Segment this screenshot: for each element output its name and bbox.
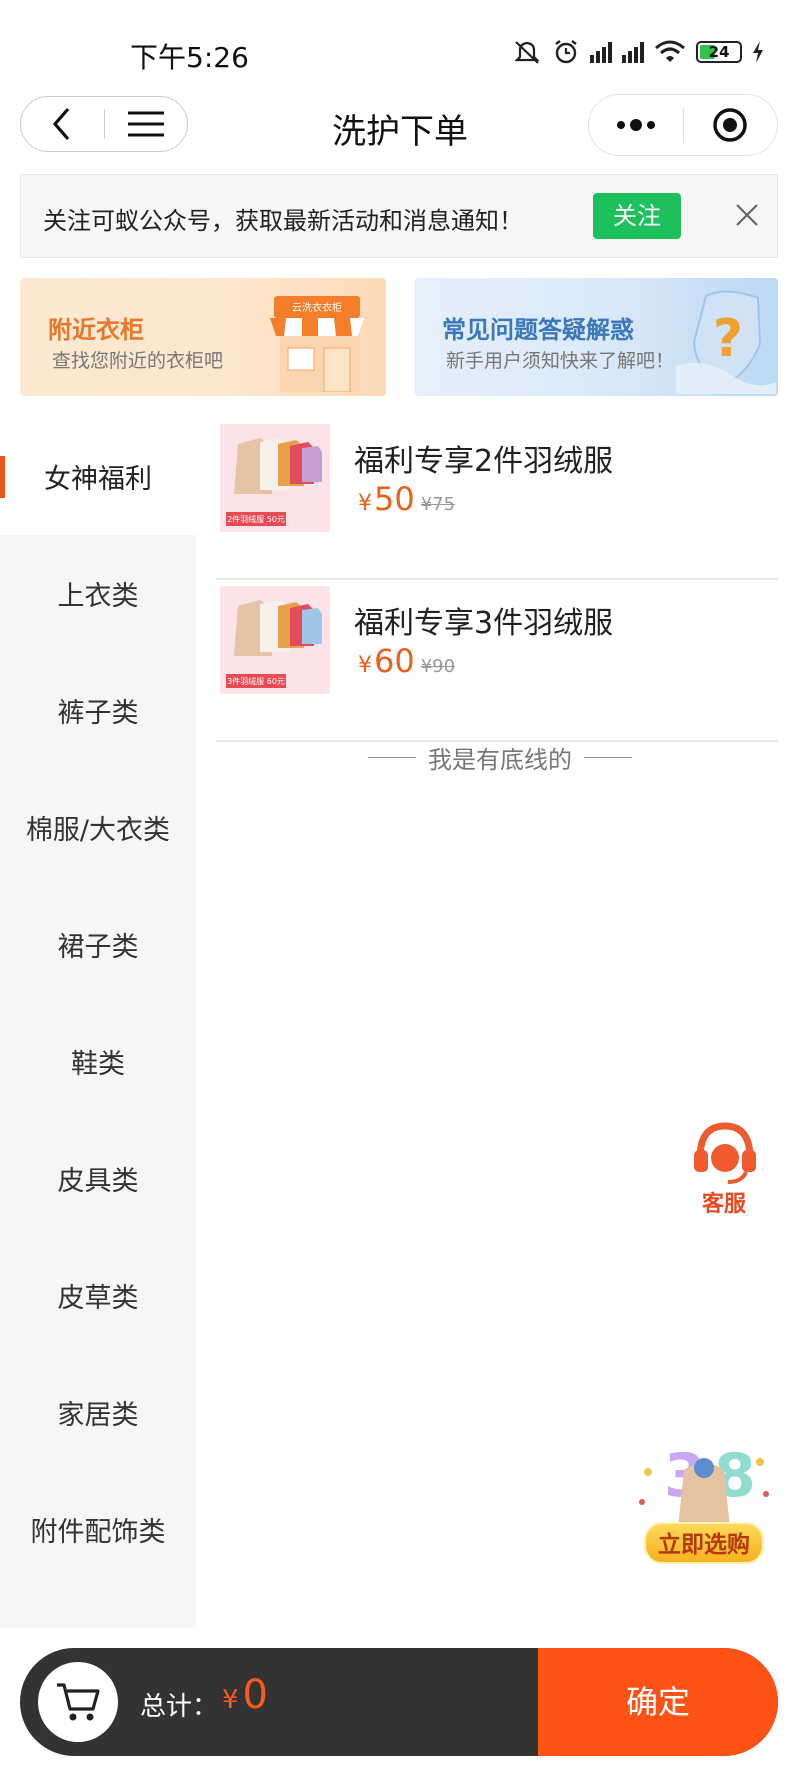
product-name: 福利专享3件羽绒服 xyxy=(354,606,614,641)
follow-button[interactable]: 关注 xyxy=(593,193,681,239)
status-time: 下午5:26 xyxy=(130,41,249,74)
customer-service-label: 客服 xyxy=(702,1192,747,1217)
category-item-fur[interactable]: 皮草类 xyxy=(0,1237,196,1354)
cart-bar: 总计： ¥0 确定 xyxy=(20,1648,778,1756)
status-bar: 下午5:26 24 xyxy=(0,0,800,90)
category-sidebar: 女神福利 上衣类 裤子类 棉服/大衣类 裙子类 鞋类 皮具类 皮草类 家居类 附… xyxy=(0,418,196,1628)
product-price: ¥50 ¥75 xyxy=(358,480,456,518)
promo-subtitle: 查找您附近的衣柜吧 xyxy=(52,350,224,372)
signal-icon xyxy=(590,41,612,63)
storefront-icon: 云洗衣衣柜 xyxy=(270,296,364,392)
original-price: ¥90 xyxy=(420,656,456,677)
thumb-tag-text: 3件羽绒服 60元 xyxy=(227,676,285,686)
product-thumbnail: 2件羽绒服 50元 xyxy=(220,424,330,532)
down-jacket-image: 3件羽绒服 60元 xyxy=(220,586,330,694)
nav-capsule-right xyxy=(588,94,778,156)
category-item-accessories[interactable]: 附件配饰类 xyxy=(0,1471,196,1588)
category-item-home[interactable]: 家居类 xyxy=(0,1354,196,1471)
close-banner-button[interactable] xyxy=(727,195,767,235)
category-item-shoes[interactable]: 鞋类 xyxy=(0,1003,196,1120)
category-item-tops[interactable]: 上衣类 xyxy=(0,535,196,652)
end-of-list-text: 我是有底线的 xyxy=(428,746,572,774)
follow-banner: 关注可蚁公众号，获取最新活动和消息通知！ 关注 xyxy=(20,174,778,258)
store-sign-text: 云洗衣衣柜 xyxy=(292,301,342,314)
product-item[interactable]: 3件羽绒服 60元 福利专享3件羽绒服 ¥60 ¥90 xyxy=(216,580,778,742)
faq-card[interactable]: 常见问题答疑解惑 新手用户须知快来了解吧！ ? xyxy=(414,278,778,396)
category-item-pants[interactable]: 裤子类 xyxy=(0,652,196,769)
end-of-list-indicator: 我是有底线的 xyxy=(368,740,632,775)
category-item-coats[interactable]: 棉服/大衣类 xyxy=(0,769,196,886)
battery-icon: 24 xyxy=(696,41,742,63)
buy-now-floating-button[interactable]: 3 8 立即选购 xyxy=(628,1432,778,1572)
category-item-leather[interactable]: 皮具类 xyxy=(0,1120,196,1237)
charging-icon xyxy=(753,41,763,63)
headset-icon xyxy=(694,1122,756,1184)
target-circle-icon xyxy=(713,108,747,142)
customer-service-button[interactable]: 客服 xyxy=(690,1118,760,1217)
thumb-tag-text: 2件羽绒服 50元 xyxy=(227,514,285,524)
navigation-bar: 洗护下单 xyxy=(0,90,800,170)
promo-jacket-illustration: 3 8 xyxy=(639,1441,769,1528)
promo-subtitle: 新手用户须知快来了解吧！ xyxy=(446,350,675,372)
product-price: ¥60 ¥90 xyxy=(358,642,456,680)
product-item[interactable]: 2件羽绒服 50元 福利专享2件羽绒服 ¥50 ¥75 xyxy=(216,418,778,580)
signal-icon-2 xyxy=(622,41,644,63)
cart-button[interactable] xyxy=(38,1662,118,1742)
down-jacket-image: 2件羽绒服 50元 xyxy=(220,424,330,532)
promo-title: 常见问题答疑解惑 xyxy=(442,316,634,344)
close-icon xyxy=(736,204,758,226)
more-dots-icon xyxy=(616,119,655,131)
buy-now-label: 立即选购 xyxy=(644,1522,764,1564)
svg-text:?: ? xyxy=(713,309,743,369)
product-thumbnail: 3件羽绒服 60元 xyxy=(220,586,330,694)
category-item-skirts[interactable]: 裙子类 xyxy=(0,886,196,1003)
category-item-goddess-welfare[interactable]: 女神福利 xyxy=(0,418,196,535)
total-amount: ¥0 xyxy=(222,1672,268,1718)
status-icons: 24 xyxy=(512,38,764,66)
wifi-icon xyxy=(655,40,685,62)
original-price: ¥75 xyxy=(420,494,456,515)
cart-icon xyxy=(57,1683,100,1721)
more-button[interactable] xyxy=(589,95,683,155)
total-label: 总计： xyxy=(140,1692,219,1722)
close-miniprogram-button[interactable] xyxy=(684,95,778,155)
product-name: 福利专享2件羽绒服 xyxy=(354,444,614,479)
promo-title: 附近衣柜 xyxy=(48,316,144,344)
confirm-button[interactable]: 确定 xyxy=(538,1648,778,1756)
follow-banner-text: 关注可蚁公众号，获取最新活动和消息通知！ xyxy=(43,207,523,235)
mute-icon xyxy=(514,41,540,64)
nearby-wardrobe-card[interactable]: 附近衣柜 查找您附近的衣柜吧 云洗衣衣柜 xyxy=(20,278,386,396)
question-shield-icon: ? xyxy=(676,290,776,394)
alarm-icon xyxy=(555,40,577,64)
